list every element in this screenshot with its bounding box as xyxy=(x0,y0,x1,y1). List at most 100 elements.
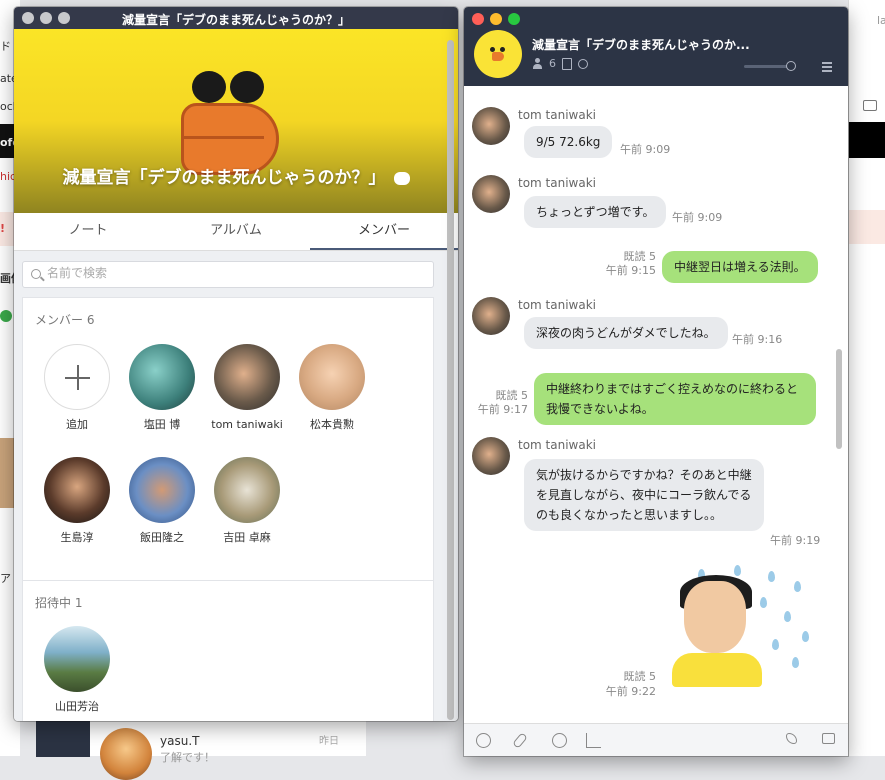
scrollbar[interactable] xyxy=(447,40,454,720)
member-name: tom taniwaki xyxy=(211,418,283,431)
attach-icon[interactable] xyxy=(512,732,528,749)
message-bubble[interactable]: ちょっとずつ増です。 xyxy=(524,196,667,228)
chat-list-time: 昨日 xyxy=(319,736,339,747)
member-item[interactable]: 塩田 博 xyxy=(122,344,202,431)
own-message-bubble[interactable]: 中継終わりまではすごく控えめなのに終わると我慢できないよね。 xyxy=(534,373,816,425)
avatar xyxy=(129,344,195,410)
group-info-window: 減量宣言「デブのまま死んじゃうのか？」 減量宣言「デブのまま死んじゃうのか？」 … xyxy=(14,7,458,721)
plus-icon xyxy=(44,344,110,410)
bg-fragment: la's xyxy=(877,14,885,27)
bg-sidebar xyxy=(36,716,90,757)
member-item[interactable]: tom taniwaki xyxy=(207,344,287,431)
message-time: 午前 9:17 xyxy=(477,403,528,416)
video-icon[interactable] xyxy=(822,733,835,744)
download-icon[interactable] xyxy=(552,733,567,748)
sender-name: tom taniwaki xyxy=(518,438,596,452)
member-item[interactable]: 生島淳 xyxy=(37,457,117,544)
chat-title: 減量宣言「デブのまま死んじゃうのか... xyxy=(532,38,750,52)
avatar[interactable] xyxy=(100,728,152,780)
avatar[interactable] xyxy=(472,107,510,145)
message-bubble[interactable]: 9/5 72.6kg xyxy=(524,126,613,158)
sticker[interactable] xyxy=(664,561,814,701)
sticker-face xyxy=(684,581,746,653)
check-icon xyxy=(0,310,12,322)
tab-note[interactable]: ノート xyxy=(14,213,162,250)
search-icon[interactable] xyxy=(578,58,588,69)
message-list: tom taniwaki 9/5 72.6kg 午前 9:09 tom tani… xyxy=(464,86,848,723)
member-item[interactable]: 松本貴勲 xyxy=(292,344,372,431)
window-title: 減量宣言「デブのまま死んじゃうのか？」 xyxy=(121,13,350,27)
member-search xyxy=(22,261,434,288)
member-name: 生島淳 xyxy=(60,531,94,544)
sticker-shirt xyxy=(672,653,762,687)
read-receipt: 既読 5 xyxy=(623,670,657,683)
own-message-bubble[interactable]: 中継翌日は増える法則。 xyxy=(662,251,818,283)
chat-window: 減量宣言「デブのまま死んじゃうのか... 6 tom taniwaki 9/5 … xyxy=(464,7,848,756)
zoom-button[interactable] xyxy=(508,13,520,25)
avatar xyxy=(299,344,365,410)
member-item[interactable]: 吉田 卓麻 xyxy=(207,457,287,544)
sender-name: tom taniwaki xyxy=(518,108,596,122)
avatar[interactable] xyxy=(472,297,510,335)
member-name: 吉田 卓麻 xyxy=(223,531,271,544)
minimize-button[interactable] xyxy=(490,13,502,25)
chat-bubble-icon[interactable] xyxy=(393,171,410,185)
chat-list-name: yasu.T xyxy=(160,734,200,748)
menu-icon[interactable] xyxy=(822,62,836,72)
invited-header: 招待中 1 xyxy=(35,596,83,610)
search-input[interactable] xyxy=(47,266,417,280)
volume-slider[interactable] xyxy=(744,61,796,71)
tab-members[interactable]: メンバー xyxy=(310,213,458,250)
message-time: 午前 9:09 xyxy=(620,143,671,156)
avatar xyxy=(214,457,280,523)
mascot-beak xyxy=(492,52,504,61)
phone-icon[interactable] xyxy=(786,733,797,744)
message-bubble[interactable]: 深夜の肉うどんがダメでしたね。 xyxy=(524,317,728,349)
folder-icon xyxy=(863,100,877,111)
member-name: 山田芳治 xyxy=(55,700,99,713)
note-icon[interactable] xyxy=(562,57,572,70)
avatar[interactable] xyxy=(472,175,510,213)
members-header: メンバー 6 xyxy=(35,313,95,327)
group-icon[interactable] xyxy=(474,30,522,78)
member-item[interactable]: 飯田隆之 xyxy=(122,457,202,544)
message-time: 午前 9:09 xyxy=(672,211,723,224)
member-name: 飯田隆之 xyxy=(140,531,184,544)
chat-subheader: 6 xyxy=(532,57,588,70)
avatar xyxy=(44,457,110,523)
member-name: 松本貴勲 xyxy=(310,418,354,431)
cover-title: 減量宣言「デブのまま死んじゃうのか？」 xyxy=(14,163,458,188)
add-member-button[interactable]: 追加 xyxy=(37,344,117,431)
message-time: 午前 9:15 xyxy=(605,264,656,277)
members-panel: メンバー 6 追加 塩田 博 tom taniwaki 松本貴勲 生島淳 xyxy=(14,251,458,721)
avatar[interactable] xyxy=(472,437,510,475)
message-time: 午前 9:19 xyxy=(770,534,821,547)
read-receipt: 既読 5 xyxy=(495,389,529,402)
screenshot-icon[interactable] xyxy=(586,733,601,748)
bg-fragment: ド xyxy=(0,40,11,53)
emoji-icon[interactable] xyxy=(476,733,491,748)
members-icon[interactable] xyxy=(532,58,543,69)
bg-fragment: ア xyxy=(0,572,11,585)
scrollbar[interactable] xyxy=(836,349,842,449)
title-bar[interactable]: 減量宣言「デブのまま死んじゃうのか？」 xyxy=(14,7,458,29)
mascot-eye xyxy=(230,71,264,103)
slider-knob[interactable] xyxy=(786,61,796,71)
avatar xyxy=(44,626,110,692)
read-receipt: 既読 5 xyxy=(623,250,657,263)
chat-header: 減量宣言「デブのまま死んじゃうのか... 6 xyxy=(464,7,848,86)
cover-title-text: 減量宣言「デブのまま死んじゃうのか？」 xyxy=(62,168,386,188)
tab-album[interactable]: アルバム xyxy=(162,213,310,250)
avatar xyxy=(129,457,195,523)
input-toolbar xyxy=(464,723,848,756)
invited-member-item[interactable]: 山田芳治 xyxy=(37,626,117,713)
avatar xyxy=(214,344,280,410)
message-time: 午前 9:16 xyxy=(732,333,783,346)
member-count[interactable]: 6 xyxy=(549,57,556,70)
message-bubble[interactable]: 気が抜けるからですかね？そのあと中継を見直しながら、夜中にコーラ飲んでるのも良く… xyxy=(524,459,764,531)
sender-name: tom taniwaki xyxy=(518,176,596,190)
bg-fragment: ! xyxy=(0,222,6,235)
close-button[interactable] xyxy=(472,13,484,25)
chat-list-preview: 了解です！ xyxy=(160,751,215,764)
section-divider xyxy=(23,580,433,581)
